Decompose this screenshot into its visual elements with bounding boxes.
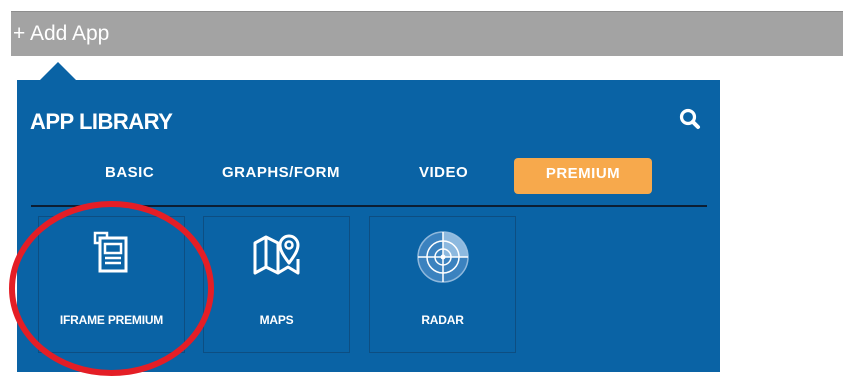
- app-tile-iframe-premium[interactable]: IFRAME PREMIUM: [38, 216, 185, 353]
- app-tile-maps[interactable]: MAPS: [203, 216, 350, 353]
- tab-premium[interactable]: PREMIUM: [514, 158, 652, 194]
- app-tile-radar[interactable]: RADAR: [369, 216, 516, 353]
- app-tile-label: IFRAME PREMIUM: [59, 313, 164, 327]
- tab-basic[interactable]: BASIC: [105, 164, 154, 181]
- map-pin-icon: [253, 234, 299, 275]
- add-app-label: + Add App: [13, 22, 110, 45]
- iframe-icon: [93, 231, 127, 273]
- app-tile-label: MAPS: [259, 313, 294, 327]
- tab-divider: [31, 205, 707, 207]
- tab-graphs-form[interactable]: GRAPHS/FORM: [222, 164, 340, 181]
- app-tile-label: RADAR: [421, 313, 464, 327]
- radar-icon: [416, 231, 469, 283]
- tab-video[interactable]: VIDEO: [419, 164, 468, 181]
- app-library-panel: APP LIBRARY BASIC GRAPHS/FORM VIDEO PREM…: [17, 80, 720, 372]
- panel-title: APP LIBRARY: [30, 109, 173, 134]
- add-app-button[interactable]: + Add App: [11, 11, 843, 56]
- search-button[interactable]: [677, 106, 705, 134]
- search-icon: [679, 108, 700, 129]
- add-app-widget: + Add App APP LIBRARY BASIC GRAPHS/FORM …: [0, 0, 843, 377]
- panel-pointer-caret: [40, 62, 76, 80]
